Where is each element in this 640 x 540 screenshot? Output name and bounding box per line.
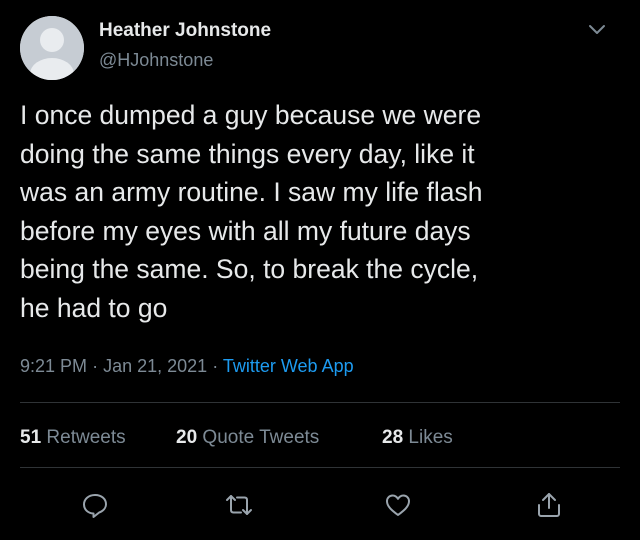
tweet-time[interactable]: 9:21 PM — [20, 356, 87, 376]
retweet-icon[interactable] — [224, 490, 254, 520]
tweet-meta: 9:21 PM · Jan 21, 2021 · Twitter Web App — [20, 356, 354, 377]
retweets-stat[interactable]: 51 Retweets — [20, 427, 126, 449]
avatar[interactable] — [20, 16, 84, 80]
likes-stat[interactable]: 28 Likes — [382, 427, 453, 449]
like-icon[interactable] — [383, 490, 413, 520]
divider — [20, 467, 620, 468]
quote-tweets-stat[interactable]: 20 Quote Tweets — [176, 427, 319, 449]
author-handle[interactable]: @HJohnstone — [99, 50, 213, 71]
likes-count: 28 — [382, 427, 404, 448]
likes-label: Likes — [408, 427, 453, 448]
meta-separator: · — [92, 356, 99, 376]
tweet-source-link[interactable]: Twitter Web App — [223, 356, 354, 376]
divider — [20, 402, 620, 403]
tweet-text: I once dumped a guy because we were doin… — [20, 100, 483, 323]
default-avatar-icon — [20, 16, 84, 80]
tweet-date[interactable]: Jan 21, 2021 — [103, 356, 207, 376]
quotes-count: 20 — [176, 427, 198, 448]
retweets-count: 51 — [20, 427, 42, 448]
share-icon[interactable] — [534, 490, 564, 520]
meta-separator: · — [212, 356, 219, 376]
tweet-card: Heather Johnstone @HJohnstone I once dum… — [0, 0, 640, 540]
author-display-name[interactable]: Heather Johnstone — [99, 20, 271, 42]
reply-icon[interactable] — [80, 490, 110, 520]
more-options-chevron-down-icon[interactable] — [586, 20, 608, 38]
retweets-label: Retweets — [46, 427, 126, 448]
quotes-label: Quote Tweets — [202, 427, 320, 448]
